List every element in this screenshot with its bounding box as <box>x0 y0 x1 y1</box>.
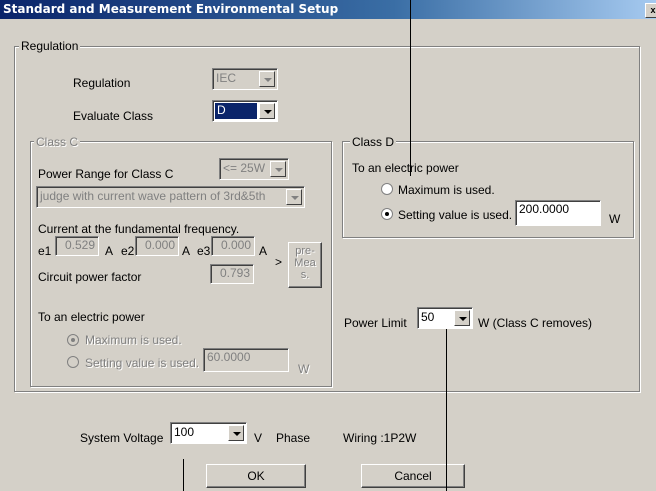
close-icon[interactable]: x <box>645 3 656 18</box>
power-range-label: Power Range for Class C <box>38 167 174 181</box>
chevron-down-icon[interactable] <box>259 103 275 119</box>
judge-value: judge with current wave pattern of 3rd&5… <box>40 189 266 203</box>
ok-button[interactable]: OK <box>206 464 306 488</box>
chevron-down-icon[interactable] <box>454 310 470 326</box>
radio-dot-icon <box>71 338 75 342</box>
setup-dialog: Standard and Measurement Environmental S… <box>0 0 656 491</box>
power-limit-unit: W (Class C removes) <box>478 316 593 330</box>
system-voltage-label: System Voltage <box>80 431 164 445</box>
e2-field[interactable]: 0.000 <box>135 236 179 256</box>
class-d-setting-unit: W <box>609 212 621 226</box>
callout-line <box>183 459 184 491</box>
system-voltage-value: 100 <box>174 425 195 439</box>
wiring-label: Wiring :1P2W <box>343 431 417 445</box>
power-limit-select[interactable]: 50 <box>417 307 473 329</box>
class-d-setting-radio[interactable] <box>381 208 393 220</box>
power-range-select[interactable]: <= 25W <box>219 158 289 180</box>
chevron-down-icon[interactable] <box>286 189 302 205</box>
class-c-setting-radio[interactable] <box>67 356 79 368</box>
regulation-group-legend: Regulation <box>19 39 81 53</box>
e2-unit: A <box>182 244 191 258</box>
chevron-down-icon[interactable] <box>259 71 275 87</box>
regulation-select[interactable]: IEC <box>212 68 278 90</box>
arrow-icon: > <box>275 255 283 269</box>
class-c-setting-label: Setting value is used. <box>85 356 200 370</box>
class-d-electric-power-label: To an electric power <box>352 161 459 175</box>
class-c-setting-unit: W <box>298 362 310 376</box>
class-d-max-label: Maximum is used. <box>398 183 495 197</box>
class-d-legend: Class D <box>350 135 397 149</box>
system-voltage-select[interactable]: 100 <box>170 422 247 444</box>
power-limit-label: Power Limit <box>344 316 407 330</box>
class-c-setting-field[interactable]: 60.0000 <box>203 348 289 372</box>
class-d-setting-field[interactable]: 200.0000 <box>515 200 601 226</box>
pre-meas-button[interactable]: pre- Mea s. <box>288 242 322 288</box>
class-c-legend: Class C <box>34 135 81 149</box>
window-title: Standard and Measurement Environmental S… <box>3 2 339 16</box>
class-d-max-radio[interactable] <box>381 183 393 195</box>
current-label: Current at the fundamental frequency. <box>38 222 240 236</box>
e1-label: e1 <box>38 244 52 258</box>
e1-field[interactable]: 0.529 <box>55 236 99 256</box>
chevron-down-icon[interactable] <box>270 161 286 177</box>
power-limit-value: 50 <box>421 310 435 324</box>
class-c-max-radio[interactable] <box>67 334 79 346</box>
e3-unit: A <box>259 244 268 258</box>
title-bar: Standard and Measurement Environmental S… <box>0 0 656 19</box>
power-factor-field[interactable]: 0.793 <box>210 264 254 284</box>
evaluate-class-value: D <box>215 103 257 119</box>
callout-line <box>410 0 411 176</box>
power-factor-label: Circuit power factor <box>38 270 142 284</box>
e2-label: e2 <box>121 244 135 258</box>
power-range-value: <= 25W <box>223 161 266 175</box>
e1-unit: A <box>105 244 114 258</box>
class-c-max-label: Maximum is used. <box>85 333 182 347</box>
chevron-down-icon[interactable] <box>228 425 244 441</box>
class-d-setting-label: Setting value is used. <box>398 208 513 222</box>
evaluate-class-label: Evaluate Class <box>73 109 154 123</box>
e3-field[interactable]: 0.000 <box>211 236 255 256</box>
class-c-electric-power-label: To an electric power <box>38 310 145 324</box>
judge-select[interactable]: judge with current wave pattern of 3rd&5… <box>36 186 305 208</box>
cancel-button[interactable]: Cancel <box>361 464 465 488</box>
phase-label: Phase <box>276 431 311 445</box>
regulation-select-value: IEC <box>216 71 237 85</box>
radio-dot-icon <box>385 212 389 216</box>
e3-label: e3 <box>197 244 211 258</box>
voltage-unit: V <box>254 431 263 445</box>
regulation-label: Regulation <box>73 76 131 90</box>
evaluate-class-select[interactable]: D <box>212 100 278 122</box>
callout-line <box>446 329 447 491</box>
